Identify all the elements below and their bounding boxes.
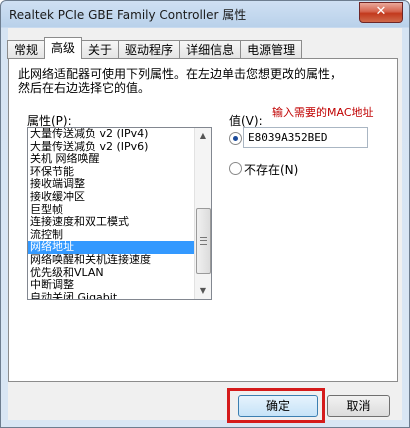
not-present-radio[interactable] (229, 162, 242, 175)
scrollbar-thumb[interactable] (196, 208, 211, 274)
close-button[interactable]: ✕ (359, 2, 403, 23)
list-item[interactable]: 接收端调整 (28, 178, 194, 191)
tab-driver[interactable]: 驱动程序 (118, 40, 181, 59)
cancel-button[interactable]: 取消 (327, 395, 390, 417)
scroll-down-icon[interactable]: ▼ (195, 283, 211, 299)
tab-general[interactable]: 常规 (7, 40, 46, 59)
list-item[interactable]: 网络地址 (28, 241, 194, 254)
list-item[interactable]: 网络唤醒和关机连接速度 (28, 254, 194, 267)
tab-strip: 常规 高级 关于 驱动程序 详细信息 电源管理 (7, 37, 303, 59)
close-icon: ✕ (375, 4, 387, 19)
tab-details[interactable]: 详细信息 (179, 40, 242, 59)
grip-icon (200, 237, 207, 245)
tab-power-management[interactable]: 电源管理 (240, 40, 303, 59)
scroll-up-icon[interactable]: ▲ (195, 128, 211, 144)
ok-button[interactable]: 确定 (238, 395, 318, 417)
property-listbox[interactable]: 大量传送减负 v2 (IPv4) 大量传送减负 v2 (IPv6) 关机 网络唤… (27, 127, 212, 300)
list-item[interactable]: 环保节能 (28, 166, 194, 179)
property-list: 大量传送减负 v2 (IPv4) 大量传送减负 v2 (IPv6) 关机 网络唤… (28, 128, 194, 299)
list-item[interactable]: 连接速度和双工模式 (28, 216, 194, 229)
value-radio[interactable] (229, 132, 242, 145)
list-item[interactable]: 接收缓冲区 (28, 191, 194, 204)
description-line-1: 此网络适配器可使用下列属性。在左边单击您想更改的属性， (18, 67, 343, 81)
list-item[interactable]: 流控制 (28, 229, 194, 242)
list-item[interactable]: 优先级和VLAN (28, 267, 194, 280)
list-scrollbar[interactable]: ▲ ▼ (194, 128, 211, 299)
list-item[interactable]: 自动关闭 Gigabit (28, 292, 194, 299)
advanced-description: 此网络适配器可使用下列属性。在左边单击您想更改的属性， 然后在右边选择它的值。 (18, 67, 388, 95)
title-bar: Realtek PCIe GBE Family Controller 属性 ✕ (1, 1, 409, 28)
not-present-label: 不存在(N) (244, 163, 299, 177)
window-title: Realtek PCIe GBE Family Controller 属性 (9, 8, 247, 22)
list-item[interactable]: 中断调整 (28, 279, 194, 292)
list-item[interactable]: 大量传送减负 v2 (IPv4) (28, 128, 194, 141)
list-item[interactable]: 关机 网络唤醒 (28, 153, 194, 166)
mac-address-annotation: 输入需要的MAC地址 (272, 106, 374, 119)
description-line-2: 然后在右边选择它的值。 (18, 81, 151, 95)
list-item[interactable]: 大量传送减负 v2 (IPv6) (28, 141, 194, 154)
tab-advanced[interactable]: 高级 (44, 37, 83, 59)
tab-about[interactable]: 关于 (81, 40, 120, 59)
list-item[interactable]: 巨型帧 (28, 204, 194, 217)
value-input[interactable]: E8039A352BED (243, 127, 368, 148)
